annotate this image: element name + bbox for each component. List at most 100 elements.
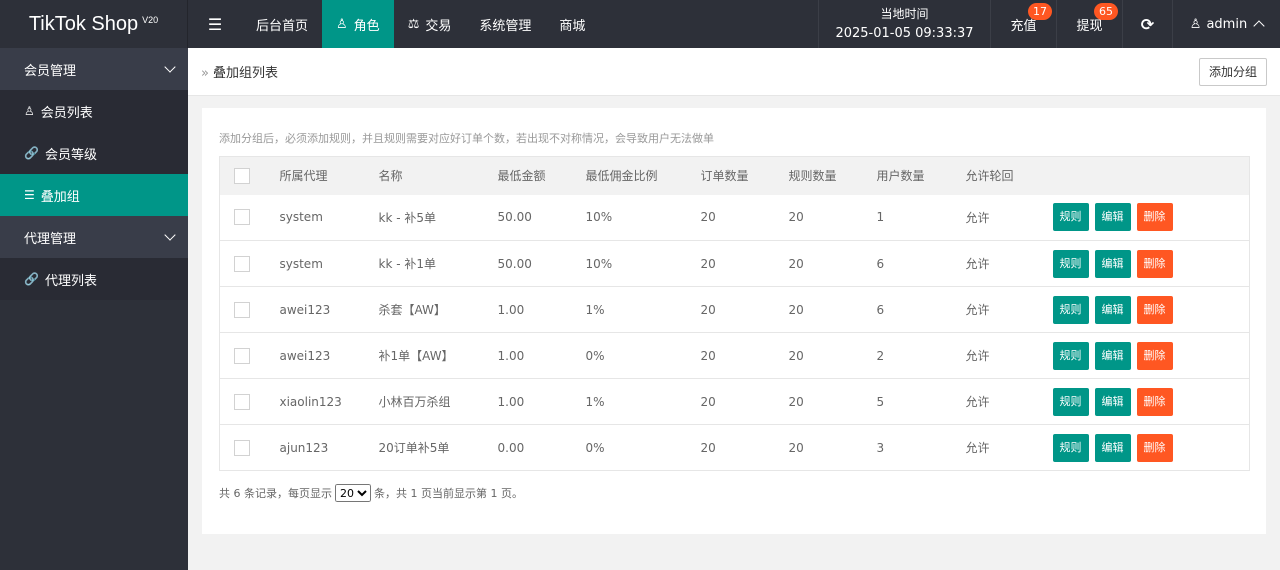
sidebar-group-member[interactable]: 会员管理 [0,48,188,90]
table-row: ajun123 20订单补5单 0.00 0% 20 20 3 允许 规则 编辑 删除 [219,425,1250,471]
recharge-button[interactable]: 充值 17 [990,0,1056,48]
cell-name: 小林百万杀组 [378,395,451,409]
edit-button[interactable]: 编辑 [1094,387,1131,416]
col-min-ratio: 最低佣金比例 [585,169,658,184]
sidebar-item-member-level[interactable]: 🔗 会员等级 [0,132,188,174]
cell-min-ratio: 0% [585,440,605,455]
chevron-up-icon [1253,20,1265,32]
refresh-icon[interactable]: ⟳ [1122,0,1172,48]
delete-button[interactable]: 删除 [1136,203,1173,232]
menu-toggle-icon[interactable]: ☰ [188,0,242,48]
rule-button[interactable]: 规则 [1052,433,1089,462]
cell-cycle: 允许 [965,395,990,409]
delete-button[interactable]: 删除 [1136,295,1173,324]
page-size-select[interactable]: 20 [335,484,371,502]
main-content: » 叠加组列表 添加分组 添加分组后，必须添加规则，并且规则需要对应好订单个数，若… [188,48,1280,570]
edit-button[interactable]: 编辑 [1094,203,1131,232]
cell-cycle: 允许 [965,210,990,225]
select-all-checkbox[interactable] [234,167,250,184]
delete-button[interactable]: 删除 [1136,249,1173,278]
time-label: 当地时间 [880,7,929,21]
nav-dashboard[interactable]: 后台首页 [242,0,322,48]
rule-button[interactable]: 规则 [1052,295,1089,324]
nav-mall[interactable]: 商城 [545,0,599,48]
row-checkbox[interactable] [234,439,250,456]
rule-button[interactable]: 规则 [1052,341,1089,370]
cell-users: 6 [876,302,885,317]
cell-min-amount: 50.00 [497,256,532,271]
sidebar-item-member-list[interactable]: ♙ 会员列表 [0,90,188,132]
row-checkbox[interactable] [234,301,250,318]
sidebar-item-agent-list[interactable]: 🔗 代理列表 [0,258,188,300]
edit-button[interactable]: 编辑 [1094,341,1131,370]
scale-icon: ⚖ [407,16,420,32]
double-chevron-icon: » [201,66,209,81]
top-nav: ☰ 后台首页 ♙ 角色 ⚖ 交易 系统管理 商城 [188,0,599,48]
cell-agent: awei123 [279,302,331,317]
cell-cycle: 允许 [965,303,990,317]
table-row: system kk - 补5单 50.00 10% 20 20 1 允许 规则 编辑 删除 [219,195,1250,241]
cell-min-amount: 0.00 [497,440,525,455]
pager-suffix: 条，共 1 页当前显示第 1 页。 [374,487,523,500]
nav-role[interactable]: ♙ 角色 [322,0,394,48]
row-checkbox[interactable] [234,393,250,410]
cell-agent: awei123 [279,348,331,363]
list-icon: ☰ [24,188,35,202]
user-menu[interactable]: ♙ admin [1172,0,1280,48]
cell-users: 1 [876,210,885,225]
delete-button[interactable]: 删除 [1136,341,1173,370]
user-icon: ♙ [1189,16,1202,32]
cell-name: kk - 补5单 [378,210,437,225]
chevron-down-icon [164,229,176,241]
add-group-button[interactable]: 添加分组 [1198,57,1267,86]
sidebar-item-label: 代理列表 [44,273,97,289]
nav-label: 角色 [353,18,380,34]
cell-min-ratio: 1% [585,394,605,409]
cell-agent: ajun123 [279,440,329,455]
col-cycle: 允许轮回 [965,169,1014,184]
sidebar-group-agent[interactable]: 代理管理 [0,216,188,258]
edit-button[interactable]: 编辑 [1094,249,1131,278]
cell-cycle: 允许 [965,257,990,271]
withdraw-button[interactable]: 提现 65 [1056,0,1122,48]
sidebar-item-label: 叠加组 [40,189,80,205]
cell-agent: xiaolin123 [279,394,342,409]
cell-orders: 20 [700,256,716,271]
cell-rules: 20 [788,256,804,271]
cell-orders: 20 [700,394,716,409]
cell-name: 补1单【AW】 [378,349,454,363]
delete-button[interactable]: 删除 [1136,433,1173,462]
cell-min-ratio: 10% [585,210,613,225]
nav-trade[interactable]: ⚖ 交易 [394,0,466,48]
col-min-amount: 最低金额 [497,169,546,184]
cell-users: 3 [876,440,885,455]
app-logo[interactable]: TikTok Shop V20 [0,0,188,48]
rule-button[interactable]: 规则 [1052,387,1089,416]
cell-orders: 20 [700,348,716,363]
header-right: 当地时间 2025-01-05 09:33:37 充值 17 提现 65 ⟳ ♙… [818,0,1280,48]
sidebar-item-stack-group[interactable]: ☰ 叠加组 [0,174,188,216]
rule-button[interactable]: 规则 [1052,203,1089,232]
cell-rules: 20 [788,302,804,317]
delete-button[interactable]: 删除 [1136,387,1173,416]
nav-system[interactable]: 系统管理 [465,0,545,48]
edit-button[interactable]: 编辑 [1094,295,1131,324]
edit-button[interactable]: 编辑 [1094,433,1131,462]
row-actions: 规则 编辑 删除 [1052,379,1250,425]
group-table: 所属代理 名称 最低金额 最低佣金比例 订单数量 规则数量 用户数量 允许轮回 … [219,156,1250,471]
row-checkbox[interactable] [234,209,250,226]
cell-name: 杀套【AW】 [378,303,446,317]
row-checkbox[interactable] [234,255,250,272]
sidebar-item-label: 会员列表 [40,105,93,121]
rule-button[interactable]: 规则 [1052,249,1089,278]
version-tag: V20 [142,15,159,25]
row-checkbox[interactable] [234,347,250,364]
top-bar: TikTok Shop V20 ☰ 后台首页 ♙ 角色 ⚖ 交易 系统管理 商城 当地… [0,0,1280,48]
cell-users: 2 [876,348,885,363]
row-actions: 规则 编辑 删除 [1052,287,1250,333]
table-header-row: 所属代理 名称 最低金额 最低佣金比例 订单数量 规则数量 用户数量 允许轮回 [219,156,1250,195]
cell-min-amount: 50.00 [497,210,532,225]
sidebar-group-label: 代理管理 [24,231,77,247]
user-name: admin [1206,16,1248,32]
cell-min-ratio: 10% [585,256,613,271]
